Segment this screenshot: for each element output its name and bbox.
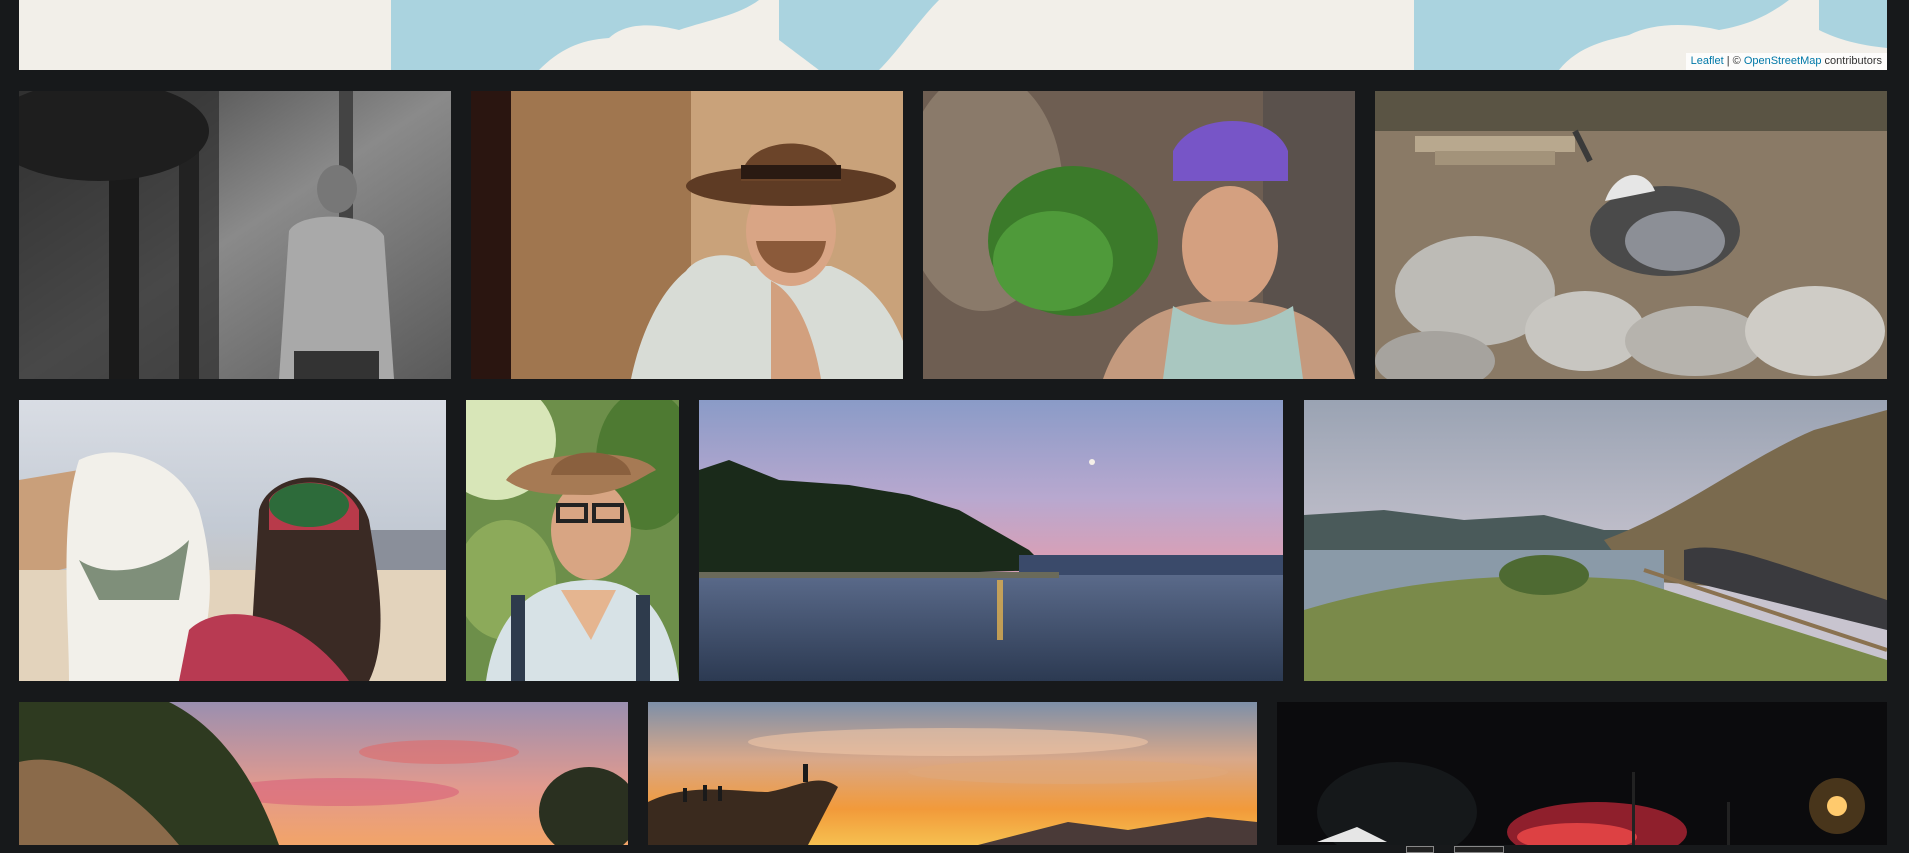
photo-image [923,91,1355,379]
photo-reservoir-roadside[interactable] [1304,400,1887,681]
photo-image [19,702,628,845]
photo-lake-sunset-pines[interactable] [699,400,1283,681]
attribution-separator: | © [1723,55,1744,67]
photo-pink-sunset-cliff[interactable] [19,702,628,845]
photo-man-purple-bandana[interactable] [923,91,1355,379]
photo-man-brown-fedora[interactable] [471,91,903,379]
attribution-tail: contributors [1821,55,1882,67]
photo-bw-shirtless-man-forest[interactable] [19,91,451,379]
photo-image [699,400,1283,681]
photo-image [1304,400,1887,681]
map-attribution: Leaflet | © OpenStreetMap contributors [1685,53,1887,70]
photo-image [471,91,903,379]
leaflet-link[interactable]: Leaflet [1691,55,1724,67]
photo-image [19,91,451,379]
scroll-indicator-1 [1406,846,1434,853]
photo-goat-on-rocks[interactable] [1375,91,1887,379]
photo-image [466,400,679,681]
photo-image [1277,702,1887,845]
photo-man-cowboy-hat-glasses[interactable] [466,400,679,681]
photo-person-with-white-dog[interactable] [19,400,446,681]
photo-night-wildfire[interactable] [1277,702,1887,845]
photo-image [1375,91,1887,379]
photo-golden-sunset-silhouettes[interactable] [648,702,1257,845]
photo-image [19,400,446,681]
openstreetmap-link[interactable]: OpenStreetMap [1744,55,1822,67]
photo-image [648,702,1257,845]
map-tiles [19,0,1887,70]
scroll-indicator-2 [1454,846,1504,853]
map-panel[interactable]: Leaflet | © OpenStreetMap contributors [19,0,1887,70]
